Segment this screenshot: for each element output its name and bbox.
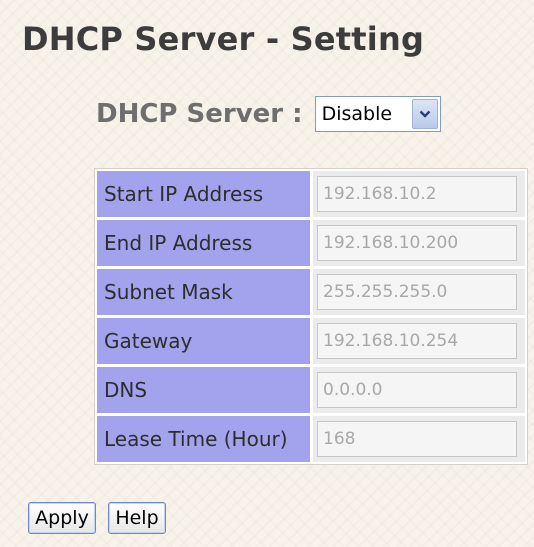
settings-row-end-ip: End IP Address <box>97 220 525 266</box>
gateway-input[interactable] <box>317 323 517 359</box>
lease-time-input[interactable] <box>317 421 517 457</box>
dhcp-settings-table: Start IP Address End IP Address Subnet M… <box>94 168 528 465</box>
gateway-label: Gateway <box>97 318 310 364</box>
settings-row-subnet-mask: Subnet Mask <box>97 269 525 315</box>
subnet-mask-cell <box>313 269 525 315</box>
dns-cell <box>313 367 525 413</box>
end-ip-cell <box>313 220 525 266</box>
subnet-mask-label: Subnet Mask <box>97 269 310 315</box>
lease-time-label: Lease Time (Hour) <box>97 416 310 462</box>
dns-label: DNS <box>97 367 310 413</box>
page-title: DHCP Server - Setting <box>22 20 425 58</box>
settings-row-lease-time: Lease Time (Hour) <box>97 416 525 462</box>
dhcp-server-select[interactable]: Disable <box>314 96 441 132</box>
start-ip-cell <box>313 171 525 217</box>
settings-row-gateway: Gateway <box>97 318 525 364</box>
settings-row-dns: DNS <box>97 367 525 413</box>
apply-button[interactable]: Apply <box>28 502 96 534</box>
dhcp-server-select-value: Disable <box>321 103 393 125</box>
start-ip-label: Start IP Address <box>97 171 310 217</box>
subnet-mask-input[interactable] <box>317 274 517 310</box>
start-ip-input[interactable] <box>317 176 517 212</box>
dns-input[interactable] <box>317 372 517 408</box>
end-ip-label: End IP Address <box>97 220 310 266</box>
settings-row-start-ip: Start IP Address <box>97 171 525 217</box>
end-ip-input[interactable] <box>317 225 517 261</box>
chevron-down-icon[interactable] <box>411 99 438 129</box>
lease-time-cell <box>313 416 525 462</box>
gateway-cell <box>313 318 525 364</box>
help-button[interactable]: Help <box>108 502 166 534</box>
dhcp-server-row: DHCP Server : Disable <box>96 96 441 132</box>
dhcp-server-label: DHCP Server : <box>96 99 303 129</box>
